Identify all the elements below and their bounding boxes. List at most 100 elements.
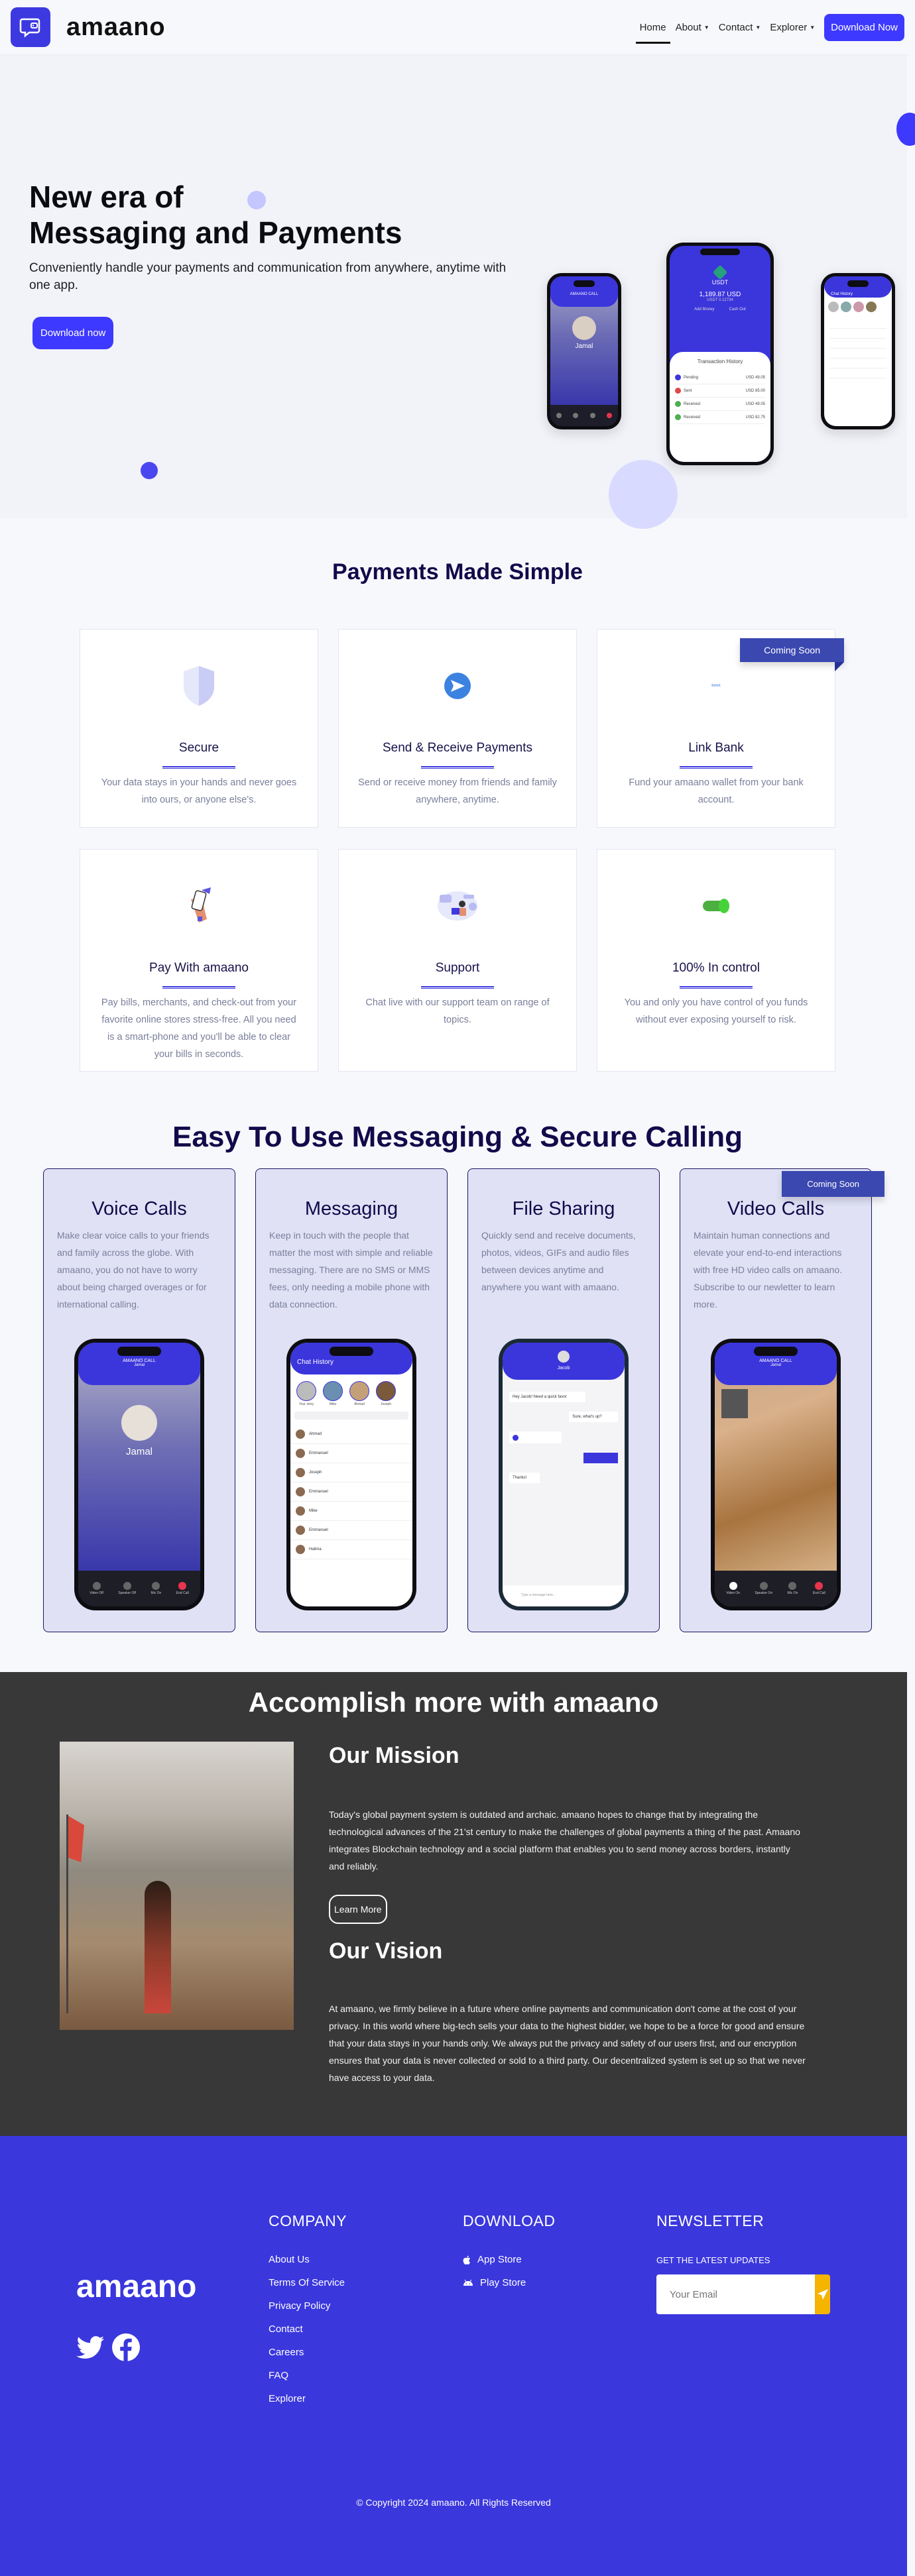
mic-on-button[interactable]: Mic On bbox=[788, 1582, 798, 1595]
chat-avatar bbox=[296, 1526, 305, 1535]
mission-text: Today's global payment system is outdate… bbox=[329, 1809, 800, 1872]
story-item[interactable]: Your story bbox=[294, 1381, 318, 1406]
story-name: Your story bbox=[298, 1402, 314, 1406]
story-item[interactable]: Mike bbox=[321, 1381, 345, 1406]
nav-contact-label: Contact bbox=[718, 21, 753, 33]
coming-soon-badge: Coming Soon bbox=[740, 638, 844, 671]
payments-title: Payments Made Simple bbox=[332, 559, 583, 585]
hero-download-button[interactable]: Download now bbox=[32, 317, 114, 349]
payment-card-desc: Pay bills, merchants, and check-out from… bbox=[101, 997, 297, 1060]
nav-about[interactable]: About ▼ bbox=[676, 22, 709, 33]
chat-avatar bbox=[296, 1545, 305, 1554]
footer-company-link[interactable]: Explorer bbox=[269, 2393, 347, 2404]
support-icon bbox=[438, 891, 477, 921]
chat-item[interactable]: Halima bbox=[290, 1540, 412, 1559]
message-bubble: Sure, what's up? bbox=[569, 1412, 618, 1422]
cash-out-action: Cash Out bbox=[729, 308, 746, 311]
chat-item[interactable]: Emmanuel bbox=[290, 1521, 412, 1540]
story-item[interactable]: Joseph bbox=[374, 1381, 398, 1406]
chat-item[interactable]: Joseph bbox=[290, 1463, 412, 1483]
video-on-button[interactable]: Video On bbox=[726, 1582, 740, 1595]
email-input[interactable] bbox=[656, 2274, 815, 2314]
chat-item[interactable]: Emmanuel bbox=[290, 1444, 412, 1463]
message-input[interactable]: Type a message here... bbox=[503, 1585, 625, 1606]
messaging-card-title: File Sharing bbox=[512, 1198, 615, 1219]
brand[interactable]: amaano bbox=[11, 7, 166, 47]
learn-more-button[interactable]: Learn More bbox=[329, 1895, 387, 1924]
message-bubble: Thanks! bbox=[509, 1473, 540, 1483]
end-call-button[interactable]: End Call bbox=[176, 1582, 189, 1595]
footer-company-link[interactable]: Terms Of Service bbox=[269, 2277, 347, 2288]
caret-down-icon: ▼ bbox=[810, 24, 816, 30]
video-off-button[interactable]: Video Off bbox=[90, 1582, 103, 1595]
about-title: Accomplish more with amaano bbox=[248, 1687, 659, 1718]
chat-item[interactable]: Mike bbox=[290, 1502, 412, 1521]
nav-contact[interactable]: Contact ▼ bbox=[719, 22, 761, 33]
chat-name: Emmanuel bbox=[309, 1490, 328, 1494]
history-title: Transaction History bbox=[697, 359, 743, 364]
messaging-card-title: Voice Calls bbox=[91, 1198, 187, 1219]
transaction-type: Pending bbox=[684, 375, 699, 380]
call-title: AMAANO CALL bbox=[570, 292, 599, 296]
mic-on-button[interactable]: Mic On bbox=[151, 1582, 161, 1595]
payment-card-secure: Secure Your data stays in your hands and… bbox=[80, 629, 318, 828]
hero-title-line2: Messaging and Payments bbox=[29, 215, 402, 250]
footer-company-link[interactable]: Privacy Policy bbox=[269, 2300, 347, 2312]
footer-newsletter: NEWSLETTER GET THE LATEST UPDATES bbox=[656, 2212, 830, 2314]
chat-history-title: Chat History bbox=[297, 1359, 334, 1366]
payment-card-pay-with: Pay With amaano Pay bills, merchants, an… bbox=[80, 849, 318, 1072]
footer-brand[interactable]: amaano bbox=[76, 2268, 196, 2305]
brand-name: amaano bbox=[66, 13, 166, 41]
app-store-link[interactable]: App Store bbox=[463, 2254, 555, 2265]
chat-item[interactable]: Ahmad bbox=[290, 1425, 412, 1444]
transaction-amount: USD 49.05 bbox=[745, 375, 765, 380]
nav-home[interactable]: Home bbox=[635, 21, 670, 44]
chat-avatar bbox=[296, 1449, 305, 1458]
chat-name: Emmanuel bbox=[309, 1451, 328, 1455]
nav-explorer[interactable]: Explorer ▼ bbox=[770, 22, 815, 33]
play-store-link[interactable]: Play Store bbox=[463, 2277, 555, 2288]
chat-avatar bbox=[296, 1468, 305, 1477]
chat-avatar bbox=[296, 1506, 305, 1516]
payments-grid: Secure Your data stays in your hands and… bbox=[80, 629, 844, 1072]
pay-phone-icon bbox=[191, 887, 211, 923]
newsletter-submit-button[interactable] bbox=[815, 2274, 830, 2314]
vision-title: Our Vision bbox=[329, 1938, 443, 1964]
transaction-row: Received USD 82.75 bbox=[675, 411, 765, 424]
speaker-on-button[interactable]: Speaker On bbox=[755, 1582, 772, 1595]
payments-section: Payments Made Simple Secure Your data st… bbox=[0, 518, 915, 1072]
twitter-icon[interactable] bbox=[76, 2335, 104, 2359]
footer-company-link[interactable]: Contact bbox=[269, 2324, 347, 2335]
hero-text: New era of Messaging and Payments Conven… bbox=[29, 179, 507, 349]
transaction-status-icon bbox=[675, 414, 681, 420]
footer-download-title: DOWNLOAD bbox=[463, 2212, 556, 2229]
caller-name: Jamal bbox=[125, 1446, 152, 1457]
mission-title: Our Mission bbox=[329, 1743, 459, 1768]
end-call-button[interactable]: End Call bbox=[813, 1582, 825, 1595]
speaker-off-button[interactable]: Speaker Off bbox=[118, 1582, 136, 1595]
footer-company-title: COMPANY bbox=[269, 2212, 347, 2229]
footer-newsletter-title: NEWSLETTER bbox=[656, 2212, 764, 2229]
payment-card-title: Send & Receive Payments bbox=[382, 741, 532, 755]
story-item[interactable]: Ahmad bbox=[347, 1381, 371, 1406]
payment-card-desc: Your data stays in your hands and never … bbox=[101, 777, 297, 805]
call-controls: Video On Speaker On Mic On End Call bbox=[715, 1571, 837, 1606]
chat-avatar bbox=[296, 1487, 305, 1496]
payment-card-title: Support bbox=[435, 961, 480, 975]
shield-icon bbox=[184, 666, 214, 706]
download-now-button[interactable]: Download Now bbox=[824, 13, 904, 41]
facebook-icon[interactable] bbox=[112, 2333, 140, 2361]
chat-search-input[interactable] bbox=[294, 1412, 408, 1420]
usdt-icon bbox=[712, 264, 728, 280]
chat-name: Ahmad bbox=[309, 1432, 322, 1436]
chat-item[interactable]: Emmanuel bbox=[290, 1483, 412, 1502]
footer-company-link[interactable]: FAQ bbox=[269, 2370, 347, 2381]
nav-about-label: About bbox=[675, 21, 702, 33]
chat-history-phone: Chat History Your story Mike Ahmad Joseph A… bbox=[286, 1339, 416, 1610]
story-avatar bbox=[349, 1381, 369, 1401]
transaction-row: Sent USD 85.00 bbox=[675, 384, 765, 398]
social-links bbox=[76, 2333, 140, 2361]
footer-company-link[interactable]: About Us bbox=[269, 2254, 347, 2265]
footer-company-link[interactable]: Careers bbox=[269, 2347, 347, 2358]
nav-home-label: Home bbox=[639, 21, 666, 33]
